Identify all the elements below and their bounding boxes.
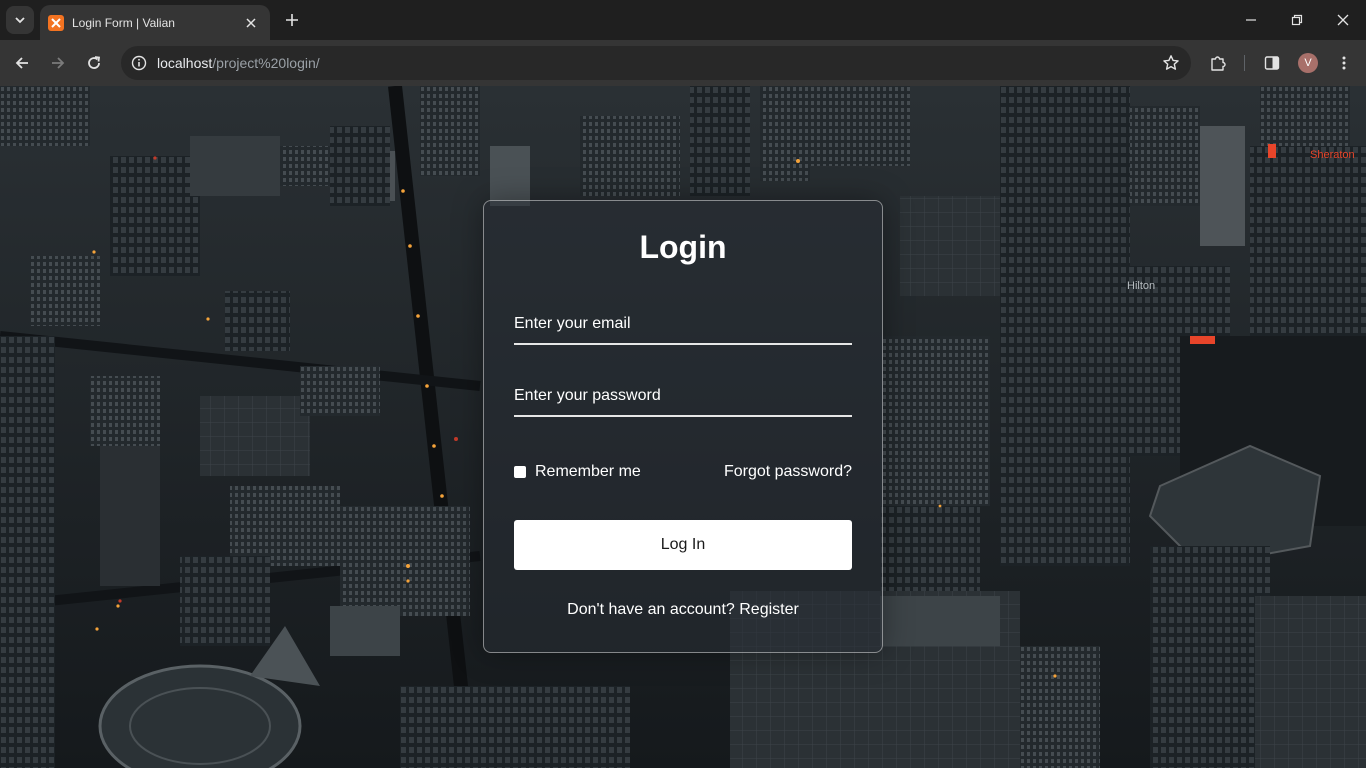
email-field — [514, 305, 852, 345]
restore-icon — [1291, 14, 1303, 26]
toolbar-separator — [1244, 55, 1245, 71]
new-tab-button[interactable] — [280, 8, 304, 32]
page-viewport: Sheraton Hilton Login Remember me Forgot… — [0, 86, 1366, 768]
site-info-icon[interactable] — [123, 46, 155, 80]
remember-me-label: Remember me — [535, 463, 641, 480]
minimize-button[interactable] — [1228, 0, 1274, 40]
reload-icon — [88, 56, 101, 69]
close-window-button[interactable] — [1320, 0, 1366, 40]
arrow-right-icon — [52, 57, 65, 69]
restore-button[interactable] — [1274, 0, 1320, 40]
email-input[interactable] — [514, 305, 852, 343]
browser-tab-active[interactable]: Login Form | Valian — [40, 5, 270, 40]
register-link[interactable]: Register — [739, 601, 799, 618]
tab-search-button[interactable] — [6, 6, 34, 34]
side-panel-button[interactable] — [1258, 49, 1286, 77]
arrow-left-icon — [15, 57, 28, 69]
remember-me-option[interactable]: Remember me — [514, 463, 641, 481]
avatar: V — [1298, 53, 1318, 73]
tab-title: Login Form | Valian — [72, 15, 175, 30]
close-icon — [1337, 14, 1349, 26]
remember-me-checkbox[interactable] — [514, 466, 526, 478]
more-vert-icon — [1342, 56, 1346, 70]
plus-icon — [286, 14, 298, 26]
forward-button[interactable] — [42, 47, 74, 79]
side-panel-icon — [1264, 56, 1280, 70]
reload-button[interactable] — [78, 47, 110, 79]
bookmark-star-icon[interactable] — [1161, 53, 1181, 73]
puzzle-icon — [1211, 56, 1226, 71]
login-title: Login — [639, 229, 727, 265]
sheraton-sign: Sheraton — [1310, 149, 1355, 161]
login-card: Login Remember me Forgot password? Log I… — [483, 200, 883, 653]
url-text: localhost/project%20login/ — [157, 55, 320, 71]
register-prompt-text: Don't have an account? — [567, 601, 735, 618]
chevron-down-icon — [15, 17, 25, 24]
profile-button[interactable]: V — [1294, 49, 1322, 77]
browser-tab-bar: Login Form | Valian — [0, 0, 1366, 40]
url-path: /project%20login/ — [212, 55, 320, 71]
url-host: localhost — [157, 55, 213, 71]
address-bar[interactable]: localhost/project%20login/ — [121, 46, 1191, 80]
password-input[interactable] — [514, 377, 852, 415]
close-tab-icon[interactable] — [242, 14, 260, 32]
minimize-icon — [1246, 19, 1256, 21]
password-field — [514, 377, 852, 417]
register-prompt-line: Don't have an account? Register — [484, 601, 882, 619]
extensions-button[interactable] — [1204, 49, 1232, 77]
menu-button[interactable] — [1330, 49, 1358, 77]
browser-toolbar: localhost/project%20login/ V — [0, 40, 1366, 86]
forgot-password-link[interactable]: Forgot password? — [724, 463, 852, 481]
hilton-sign: Hilton — [1127, 280, 1155, 292]
login-button[interactable]: Log In — [514, 520, 852, 570]
back-button[interactable] — [6, 47, 38, 79]
xampp-favicon-icon — [48, 14, 64, 31]
